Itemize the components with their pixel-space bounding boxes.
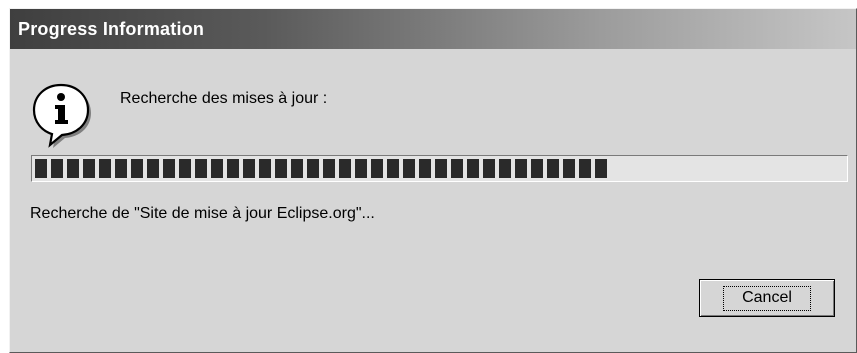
progress-status: Recherche de "Site de mise à jour Eclips… <box>30 205 375 222</box>
dialog-title: Progress Information <box>18 19 205 39</box>
progress-dialog: Progress Information Recherche des mises… <box>9 8 857 353</box>
progress-bar <box>31 155 848 182</box>
title-bar[interactable]: Progress Information <box>10 9 856 49</box>
cancel-button-label: Cancel <box>723 285 811 311</box>
progress-fill <box>35 159 607 178</box>
progress-message: Recherche des mises à jour : <box>120 90 328 107</box>
cancel-button[interactable]: Cancel <box>699 279 835 317</box>
info-icon <box>32 83 91 148</box>
